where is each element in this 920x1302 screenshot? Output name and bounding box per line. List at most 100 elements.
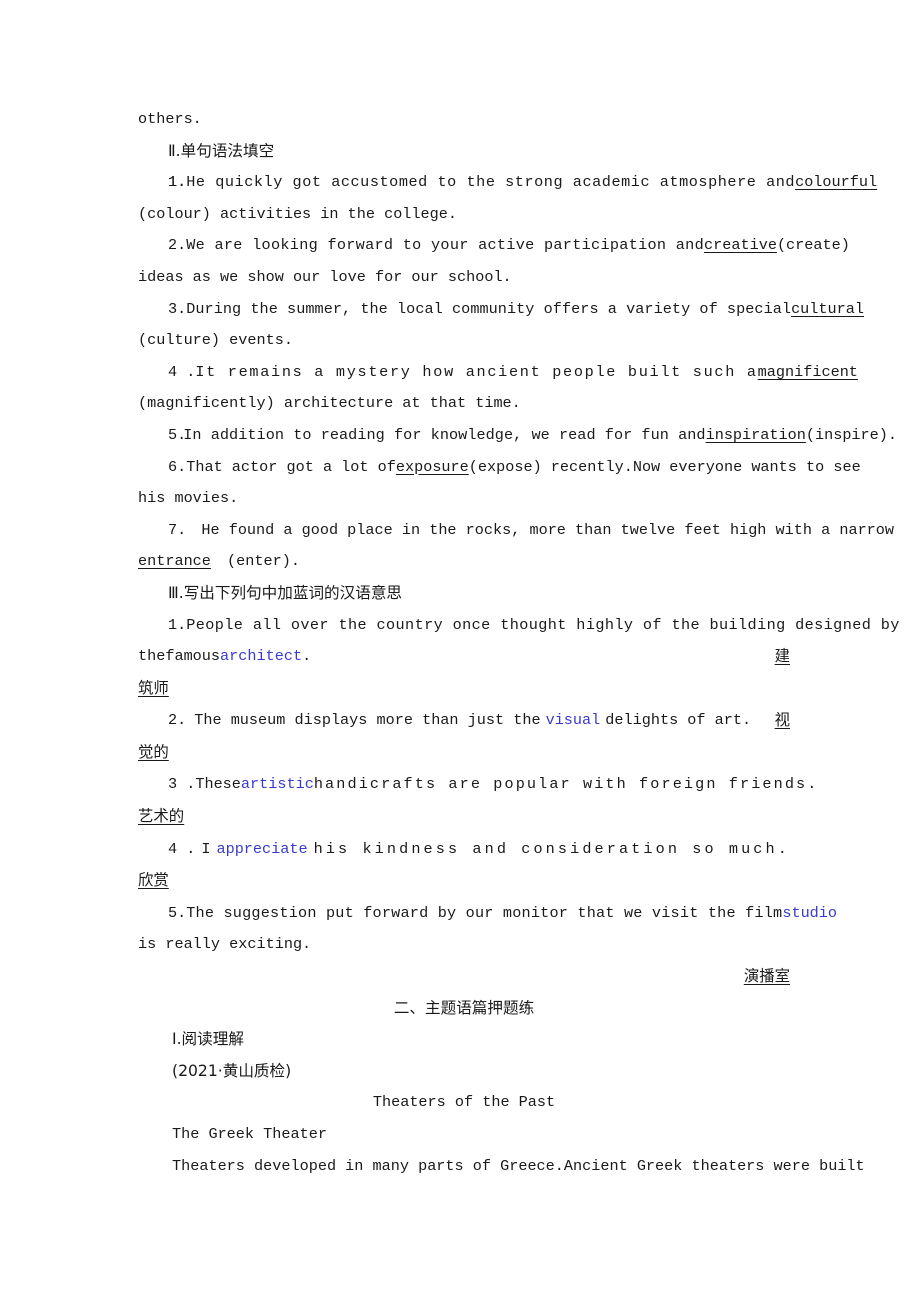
blue-5-answer: 演播室	[743, 967, 790, 986]
blue-item-5-line-2: is really exciting.	[138, 929, 790, 961]
item-2-answer: creative	[704, 236, 777, 255]
document-page: others. Ⅱ.单句语法填空 1. 1. He quickly got ac…	[0, 0, 920, 1302]
item-5-answer: inspiration	[705, 425, 806, 444]
section-2-heading: Ⅱ.单句语法填空	[138, 136, 790, 168]
blue-2-lead-text: The museum displays more than just the	[194, 711, 541, 730]
blue-3-keyword: artistic	[240, 775, 314, 794]
item-4-answer: magnificent	[757, 362, 858, 381]
grammar-item-2-line-2: ideas as we show our love for our school…	[138, 262, 790, 294]
text-column: others. Ⅱ.单句语法填空 1. 1. He quickly got ac…	[138, 104, 899, 1183]
item-3-answer: cultural	[791, 299, 864, 318]
grammar-item-1-row: 1. He quickly got accustomed to the stro…	[138, 167, 877, 199]
item-7-text: He found a good place in the rocks, more…	[201, 520, 895, 539]
item-6-tail: (expose) recently.Now everyone wants to …	[468, 457, 861, 476]
item-1-cont: (colour) activities in the college.	[138, 204, 457, 223]
continuation-text: others.	[138, 110, 202, 128]
blue-2-tail: delights of art.	[605, 711, 752, 730]
part-two-heading: 二、主题语篇押题练	[138, 993, 790, 1025]
continuation-line: others.	[138, 104, 790, 136]
blue-item-3-row: 3 . These artistic handicrafts are popul…	[138, 769, 816, 801]
source-citation: (2021·黄山质检)	[138, 1056, 790, 1088]
blue-1-answer-part1: 建	[774, 647, 790, 666]
blue-item-5-row: 5. The suggestion put forward by our mon…	[138, 898, 837, 930]
blue-1-lead: thefamousarchitect.	[138, 641, 311, 673]
blue-1-keyword: architect	[220, 647, 303, 666]
blue-item-1-row-2: thefamousarchitect. 建	[138, 641, 790, 673]
passage-subtitle: The Greek Theater	[138, 1119, 790, 1151]
blue-1-answer-part2: 筑师	[138, 678, 169, 697]
blue-5-lead-text: The suggestion put forward by our monito…	[186, 903, 783, 922]
section-2-heading-text: Ⅱ.单句语法填空	[168, 141, 275, 160]
grammar-item-7-row: 7. He found a good place in the rocks, m…	[138, 515, 894, 547]
blue-5-keyword: studio	[782, 903, 838, 922]
item-3-cont: (culture) events.	[138, 331, 293, 350]
item-4-num: 4 .	[168, 362, 196, 381]
blue-4-keyword: appreciate	[216, 839, 308, 858]
section-3-heading-text: Ⅲ.写出下列句中加蓝词的汉语意思	[168, 583, 403, 602]
passage-body-text: Theaters developed in many parts of Gree…	[172, 1156, 865, 1175]
reading-subsection-heading: Ⅰ.阅读理解	[138, 1024, 790, 1056]
blue-2-num: 2.	[168, 711, 187, 730]
blue-2-keyword: visual	[545, 711, 601, 730]
item-2-tail: (create)	[776, 236, 850, 255]
item-1-answer: colourful	[795, 173, 878, 192]
blue-item-1-row-1: 1. People all over the country once thou…	[138, 610, 899, 642]
grammar-item-4-row: 4 . It remains a mystery how ancient peo…	[138, 357, 858, 389]
item-6-cont: his movies.	[138, 489, 239, 508]
blue-4-answer: 欣赏	[138, 871, 169, 890]
blue-4-lead-text: I	[201, 839, 211, 858]
item-5-num: 5.	[168, 425, 187, 444]
blue-item-5-answer-row: 演播室	[138, 961, 790, 993]
item-4-cont: (magnificently) architecture at that tim…	[138, 394, 521, 413]
passage-subtitle-text: The Greek Theater	[172, 1125, 327, 1143]
item-2-text: We are looking forward to your active pa…	[186, 236, 705, 255]
grammar-item-3-line-2: (culture) events.	[138, 325, 790, 357]
blue-5-num: 5.	[168, 903, 187, 922]
blue-1-period: .	[302, 647, 312, 666]
grammar-item-1-line-2: (colour) activities in the college.	[138, 199, 790, 231]
item-5-tail: (inspire).	[805, 425, 897, 444]
section-3-heading: Ⅲ.写出下列句中加蓝词的汉语意思	[138, 578, 790, 610]
passage-title: Theaters of the Past	[138, 1087, 790, 1119]
blue-3-lead-text: These	[195, 775, 241, 794]
item-4-text: It remains a mystery how ancient people …	[195, 362, 758, 381]
blue-item-3-answer: 艺术的	[138, 801, 790, 834]
blue-3-answer: 艺术的	[138, 807, 185, 826]
blue-2-answer-part2: 觉的	[138, 742, 169, 761]
source-citation-text: (2021·黄山质检)	[172, 1061, 292, 1080]
item-2-cont: ideas as we show our love for our school…	[138, 267, 512, 286]
blue-1-text: People all over the country once thought…	[186, 615, 900, 634]
item-6-num: 6.	[168, 457, 187, 476]
blue-3-tail: handicrafts are popular with foreign fri…	[313, 775, 819, 794]
blue-item-2-row: 2. The museum displays more than just the…	[138, 705, 790, 737]
grammar-item-4-line-2: (magnificently) architecture at that tim…	[138, 388, 790, 420]
item-6-text: That actor got a lot of	[186, 457, 396, 476]
blue-1-num: 1.	[168, 615, 187, 634]
blue-2-answer-part1: 视	[774, 711, 790, 730]
item-7-answer: entrance	[138, 552, 211, 571]
blue-2-lead: 2. The museum displays more than just the…	[138, 705, 751, 737]
grammar-item-3-row: 3. During the summer, the local communit…	[138, 294, 864, 326]
passage-title-text: Theaters of the Past	[372, 1093, 556, 1112]
item-5-text: In addition to reading for knowledge, we…	[183, 425, 706, 444]
grammar-item-6-line-2: his movies.	[138, 483, 790, 515]
part-two-heading-text: 二、主题语篇押题练	[393, 998, 535, 1017]
item-2-num: 2.	[168, 236, 187, 255]
grammar-item-2-row: 2. We are looking forward to your active…	[138, 230, 850, 262]
blue-4-tail: his kindness and consideration so much.	[313, 839, 790, 858]
item-7-tail: (enter).	[227, 552, 300, 571]
item-6-answer: exposure	[395, 457, 469, 476]
blue-1-lead-text: thefamous	[138, 647, 221, 666]
grammar-item-7-line-2: entrance (enter).	[138, 546, 790, 578]
item-7-num: 7.	[168, 520, 187, 539]
item-3-text: During the summer, the local community o…	[186, 299, 792, 318]
grammar-item-6-row: 6. That actor got a lot of exposure (exp…	[138, 452, 861, 484]
item-1-text: He quickly got accustomed to the strong …	[186, 173, 796, 192]
item-1-num: 1.	[168, 173, 187, 192]
passage-body-line-1: Theaters developed in many parts of Gree…	[138, 1151, 865, 1183]
blue-4-num: 4 .	[168, 839, 196, 858]
item-3-num: 3.	[168, 299, 187, 318]
reading-subsection-text: Ⅰ.阅读理解	[172, 1030, 244, 1049]
grammar-item-5-row: 5. In addition to reading for knowledge,…	[138, 420, 897, 452]
blue-3-num: 3 .	[168, 775, 196, 794]
